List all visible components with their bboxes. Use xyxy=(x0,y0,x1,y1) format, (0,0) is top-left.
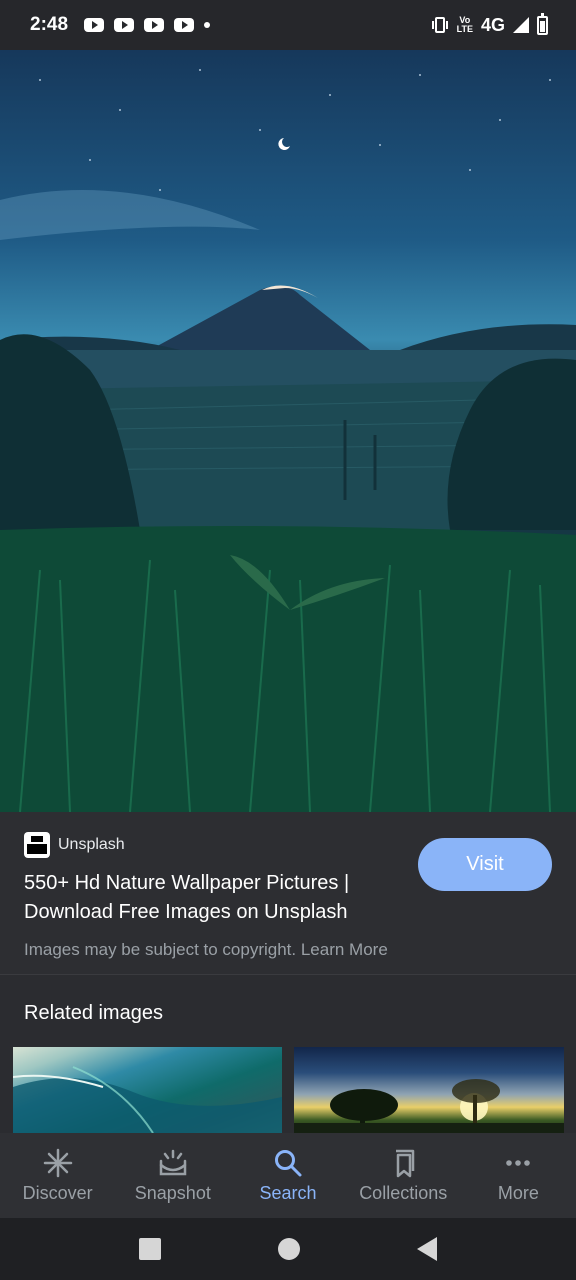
source-row[interactable]: Unsplash xyxy=(24,832,125,858)
nav-label: Snapshot xyxy=(134,1183,211,1203)
bookmarks-icon xyxy=(396,1149,415,1178)
nav-collections[interactable]: Collections xyxy=(346,1133,461,1218)
notification-dot-icon xyxy=(204,22,211,28)
more-dots-icon xyxy=(506,1160,531,1166)
battery-icon xyxy=(537,12,548,35)
nav-snapshot[interactable]: Snapshot xyxy=(115,1133,230,1218)
search-icon xyxy=(275,1150,302,1177)
status-time: 2:48 xyxy=(30,14,69,35)
home-icon[interactable] xyxy=(277,1238,300,1260)
nav-label: Collections xyxy=(359,1183,448,1203)
status-right: Vo LTE 4G xyxy=(431,12,548,36)
result-info-card: Unsplash 550+ Hd Nature Wallpaper Pictur… xyxy=(0,812,576,975)
nav-search[interactable]: Search xyxy=(230,1133,345,1218)
main-image[interactable] xyxy=(0,50,576,812)
youtube-icon xyxy=(84,18,105,32)
status-left: 2:48 xyxy=(30,14,211,36)
sunset-tree-illustration xyxy=(294,1079,564,1133)
result-title[interactable]: 550+ Hd Nature Wallpaper Pictures | Down… xyxy=(24,869,404,927)
recents-icon[interactable] xyxy=(138,1238,161,1260)
youtube-icon xyxy=(174,18,195,32)
related-image-sunset-tree[interactable] xyxy=(294,1047,564,1133)
nav-more[interactable]: More xyxy=(461,1133,576,1218)
nav-label: Discover xyxy=(22,1183,93,1203)
bottom-navigation: Discover Snapshot Search Collections Mor… xyxy=(0,1133,576,1218)
source-name: Unsplash xyxy=(58,836,125,853)
nav-discover[interactable]: Discover xyxy=(0,1133,115,1218)
back-icon[interactable] xyxy=(417,1237,438,1261)
volte-label: Vo LTE xyxy=(456,15,473,34)
system-navigation-bar xyxy=(0,1218,576,1280)
asterisk-icon xyxy=(43,1148,72,1178)
status-bar: 2:48 Vo LTE 4G xyxy=(0,0,576,50)
nav-label: Search xyxy=(259,1183,317,1203)
youtube-icon xyxy=(144,18,165,32)
nav-label: More xyxy=(497,1183,539,1203)
unsplash-logo-icon xyxy=(24,832,50,858)
signal-icon xyxy=(513,17,529,33)
related-images-heading: Related images xyxy=(24,1002,163,1024)
snapshot-icon xyxy=(159,1149,187,1176)
related-image-wave[interactable] xyxy=(13,1047,282,1133)
network-type: 4G xyxy=(480,14,505,35)
vibrate-icon xyxy=(431,17,448,33)
wave-illustration xyxy=(13,1066,282,1133)
landscape-illustration xyxy=(0,69,576,812)
youtube-icon xyxy=(114,18,135,32)
copyright-notice[interactable]: Images may be subject to copyright. Lear… xyxy=(24,940,388,960)
visit-button[interactable]: Visit xyxy=(418,838,552,891)
